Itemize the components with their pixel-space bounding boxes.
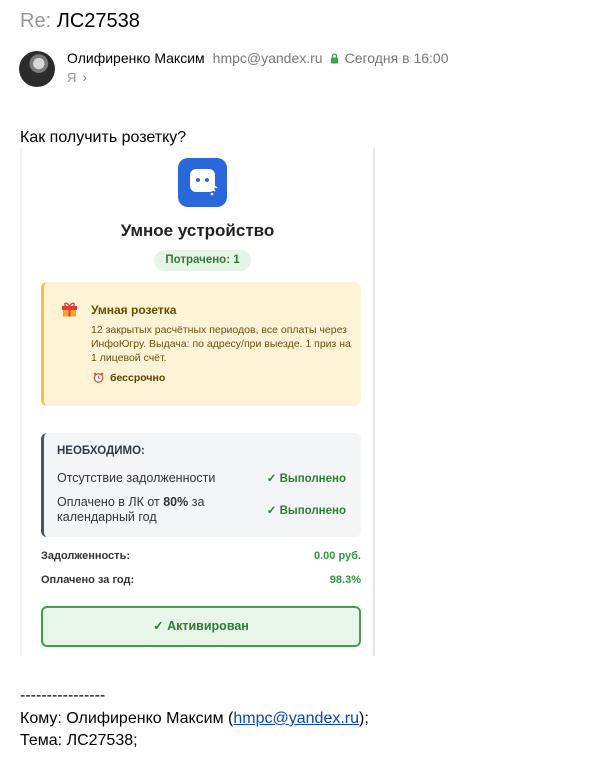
stat-value: 0.00 руб. — [313, 550, 361, 562]
requirement-status: ✓ Выполнено — [266, 473, 346, 485]
requirement-label: Оплачено в ЛК от 80% за календарный год — [57, 495, 247, 525]
quoted-to-close: ); — [359, 710, 369, 727]
activated-button[interactable]: ✓ Активирован — [41, 606, 361, 647]
stat-label: Оплачено за год: — [41, 574, 135, 586]
spent-badge: Потрачено: 1 — [154, 250, 251, 271]
sent-date: Сегодня в 16:00 — [344, 50, 449, 66]
requirement-label: Отсутствие задолженности — [57, 471, 216, 485]
sender-row: Олифиренко Максим hmpc@yandex.ru Сегодня… — [67, 50, 449, 67]
requirements-box: НЕОБХОДИМО: Отсутствие задолженности ✓ В… — [41, 433, 361, 537]
requirement-label-text: Оплачено в ЛК от — [57, 495, 164, 509]
quote-separator: ---------------- — [20, 687, 106, 704]
quoted-to-line: Кому: Олифиренко Максим (hmpc@yandex.ru)… — [20, 709, 369, 728]
quoted-to-label: Кому: Олифиренко Максим ( — [20, 710, 234, 727]
alarm-clock-icon — [93, 372, 104, 383]
recipient-name: Я — [67, 69, 77, 85]
card-title: Умное устройство — [120, 221, 275, 240]
prize-description: 12 закрытых расчётных периодов, все опла… — [91, 324, 351, 364]
requirement-row: Оплачено в ЛК от 80% за календарный год … — [57, 495, 352, 527]
sender-name[interactable]: Олифиренко Максим — [67, 50, 205, 67]
email-body-question: Как получить розетку? — [20, 129, 187, 146]
stat-value: 98.3% — [329, 574, 361, 586]
sender-email[interactable]: hmpc@yandex.ru — [213, 50, 323, 67]
chevron-right-icon[interactable]: › — [82, 69, 87, 85]
subject-text: ЛС27538 — [56, 10, 140, 32]
sender-avatar[interactable] — [19, 51, 55, 87]
recipient-row[interactable]: Я › — [67, 69, 87, 85]
requirement-status: ✓ Выполнено — [266, 505, 346, 517]
smart-device-card: Умное устройство Потрачено: 1 Умная розе… — [20, 148, 375, 656]
stat-row-paid: Оплачено за год: 98.3% — [41, 574, 361, 586]
quoted-subject-line: Тема: ЛС27538; — [20, 732, 138, 749]
prize-duration: бессрочно — [110, 372, 166, 384]
quoted-to-email-link[interactable]: hmpc@yandex.ru — [233, 710, 359, 727]
prize-title: Умная розетка — [91, 303, 177, 317]
stat-label: Задолженность: — [41, 550, 130, 562]
subject-prefix: Re: — [20, 10, 52, 32]
requirement-threshold: 80% — [163, 495, 189, 509]
email-subject: Re: ЛС27538 — [20, 9, 140, 33]
prize-box: Умная розетка 12 закрытых расчётных пери… — [41, 282, 361, 406]
requirement-row: Отсутствие задолженности ✓ Выполнено — [57, 471, 352, 487]
requirements-title: НЕОБХОДИМО: — [57, 445, 145, 457]
lock-icon — [330, 53, 338, 64]
gift-icon — [62, 302, 77, 317]
smart-device-icon — [178, 158, 227, 207]
stat-row-debt: Задолженность: 0.00 руб. — [41, 550, 361, 562]
